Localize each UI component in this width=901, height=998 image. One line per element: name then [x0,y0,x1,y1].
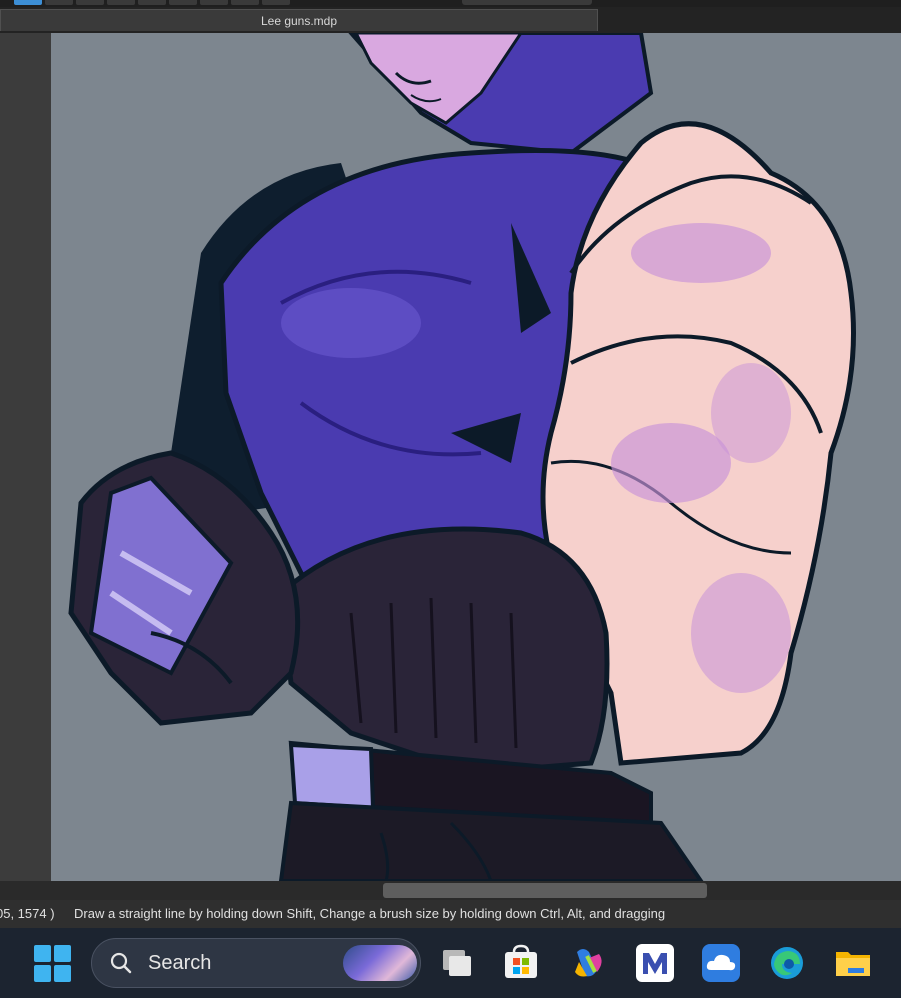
copilot-icon[interactable] [569,944,607,982]
cursor-coordinates: 05, 1574 ) [0,906,55,921]
task-view-icon[interactable] [437,944,475,982]
search-icon [110,952,132,974]
onedrive-icon[interactable] [702,944,740,982]
search-highlight-image [343,945,417,981]
document-tab[interactable]: Lee guns.mdp [0,9,598,31]
document-tab-label: Lee guns.mdp [260,14,338,28]
taskbar: Search [0,928,901,998]
document-tab-bar: Lee guns.mdp [0,7,901,33]
left-panel [0,33,51,881]
taskbar-search-box[interactable]: Search [91,938,421,988]
edge-icon[interactable] [768,944,806,982]
status-bar: 05, 1574 ) Draw a straight line by holdi… [0,900,901,928]
status-hint-text: Draw a straight line by holding down Shi… [74,906,666,921]
search-label: Search [148,952,212,974]
tool-button[interactable] [107,0,135,5]
store-icon[interactable] [502,944,540,982]
top-toolbar [0,0,901,7]
file-explorer-icon[interactable] [834,944,872,982]
tool-button[interactable] [14,0,42,5]
tool-button[interactable] [231,0,259,5]
toolbar-field[interactable] [462,0,592,5]
scrollbar-thumb[interactable] [383,883,707,898]
tool-button[interactable] [169,0,197,5]
mail-icon[interactable] [636,944,674,982]
tool-button[interactable] [138,0,166,5]
horizontal-scrollbar[interactable] [0,881,901,900]
tool-button[interactable] [200,0,228,5]
drawing-canvas[interactable] [51,33,901,881]
tool-button[interactable] [262,0,290,5]
tool-button[interactable] [45,0,73,5]
tool-button[interactable] [76,0,104,5]
windows-start-icon[interactable] [34,945,72,983]
artwork-illustration [68,33,856,881]
